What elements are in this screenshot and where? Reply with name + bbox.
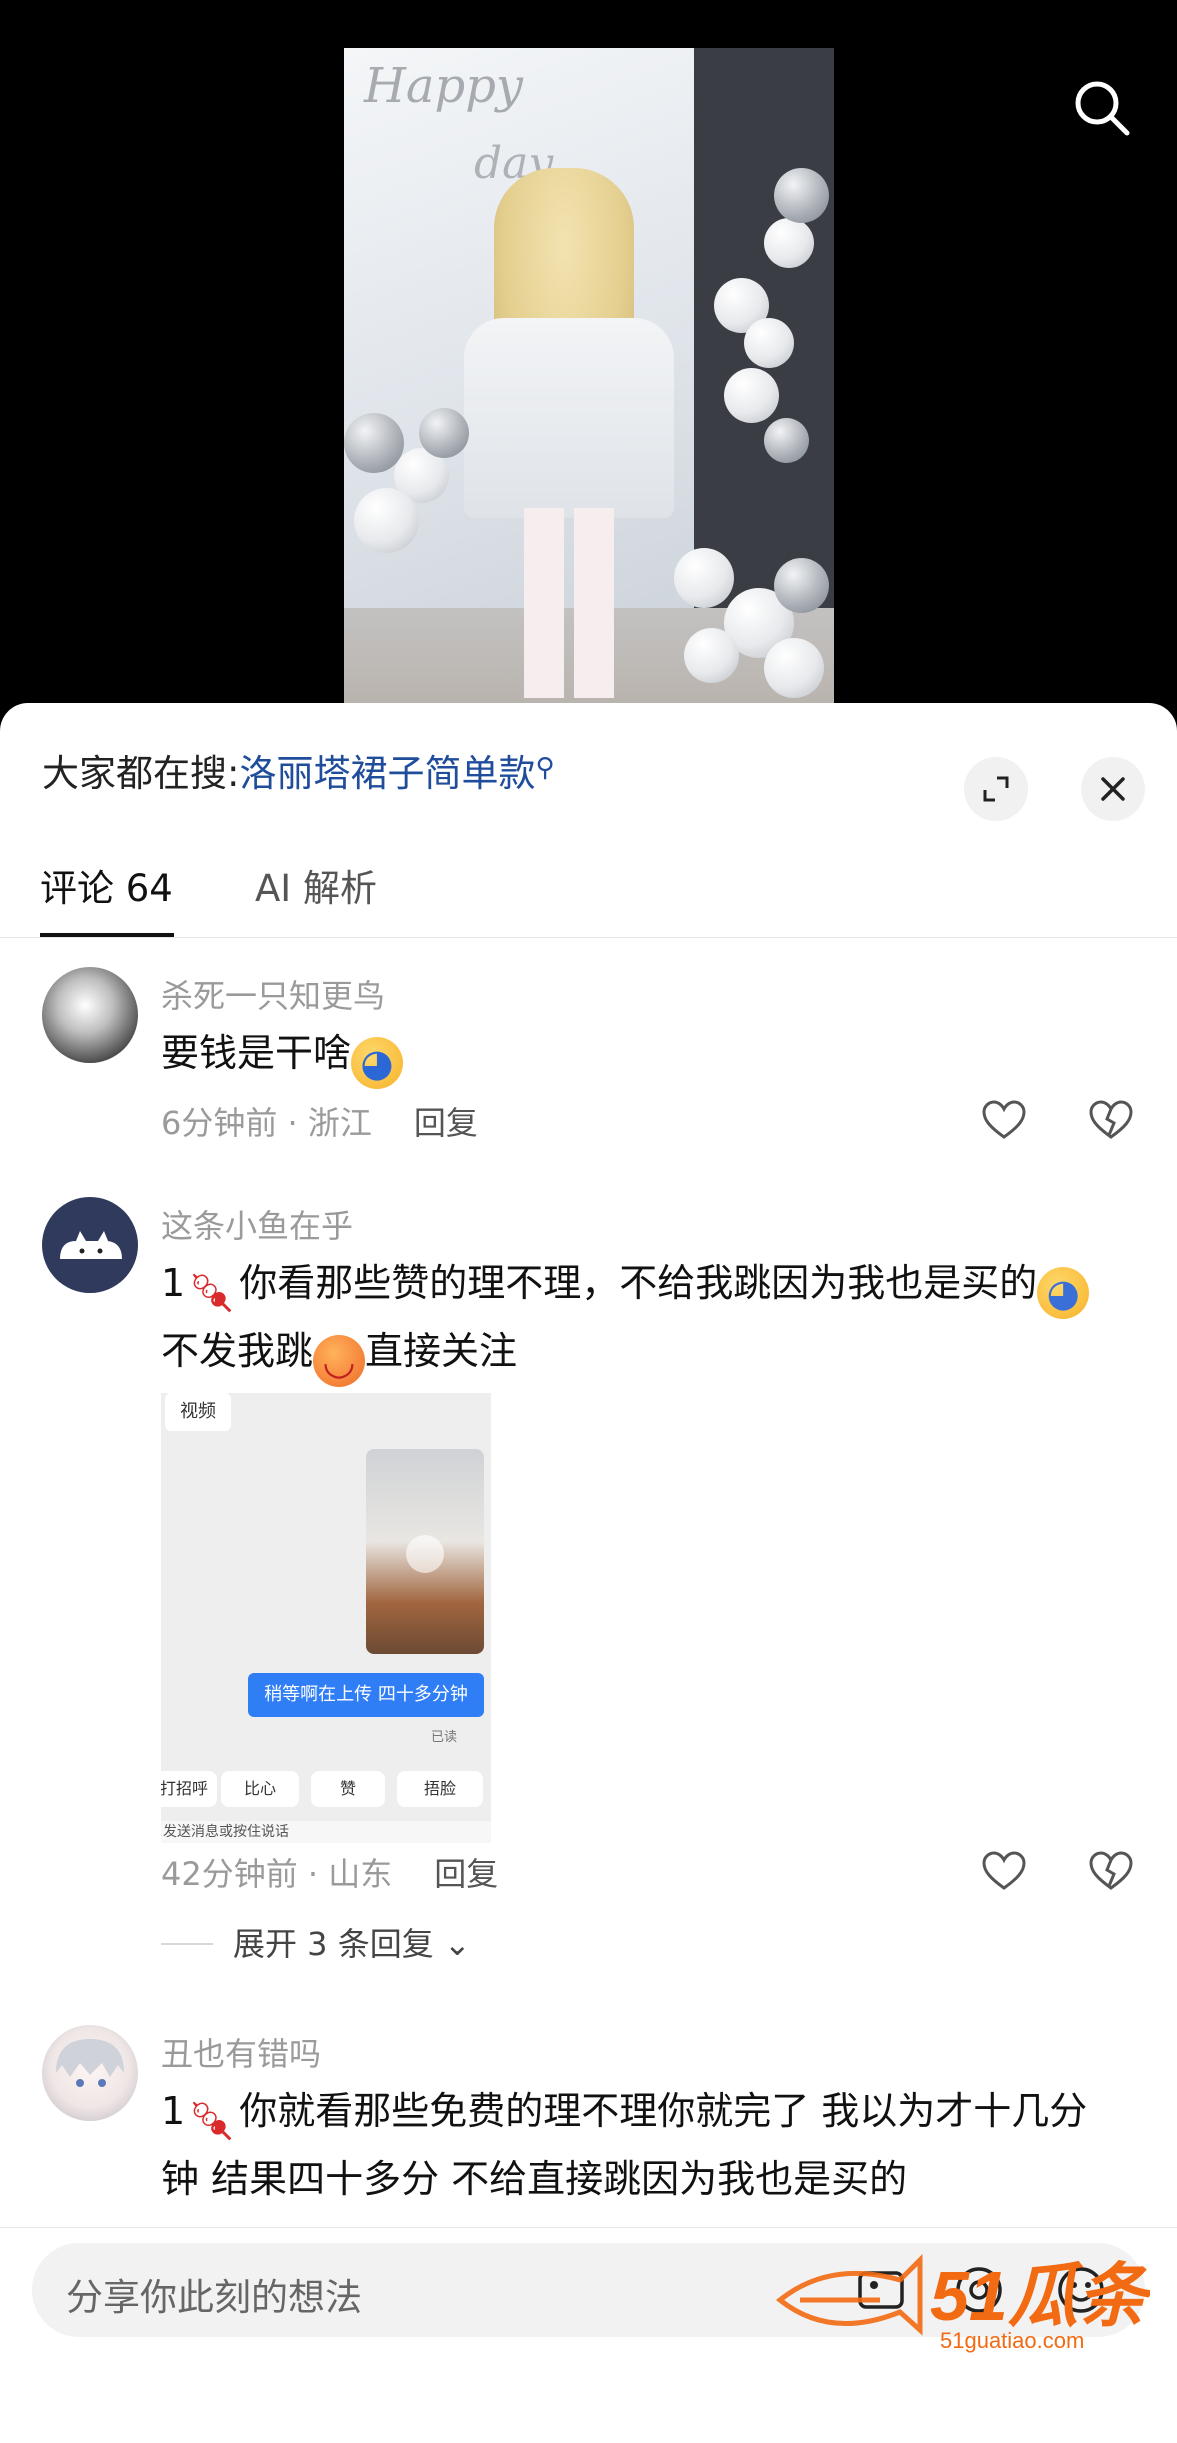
reply-button[interactable]: 回复 [414, 1104, 478, 1142]
broken-heart-icon[interactable] [1087, 1848, 1135, 1896]
comment-text: 要钱是干啥 ◕ [161, 1021, 1141, 1089]
balloon [744, 318, 794, 368]
balloon [419, 408, 469, 458]
heart-icon[interactable] [980, 1097, 1028, 1145]
reply-button[interactable]: 回复 [434, 1855, 498, 1893]
comment-text-line2b: 直接关注 [365, 1329, 518, 1373]
hot-search-prefix: 大家都在搜: [42, 752, 240, 795]
comment-time-location: 6分钟前 · 浙江 [161, 1104, 372, 1142]
avatar[interactable] [42, 2025, 138, 2121]
image-quick-reply: 赞 [311, 1771, 385, 1807]
cat-avatar-icon [60, 1231, 122, 1259]
balloon [674, 548, 734, 608]
watermark-brand: 51瓜条 [930, 2257, 1150, 2335]
comment-text-prefix: 1 [161, 1261, 186, 1305]
expand-button[interactable] [964, 757, 1028, 821]
expand-replies-button[interactable]: 展开 3 条回复 ⌄ [161, 1919, 471, 1965]
watermark-logo: 51瓜条 51guatiao.com [775, 2253, 1150, 2353]
search-icon: ⚲ [535, 753, 555, 783]
comment-username[interactable]: 丑也有错吗 [161, 2029, 321, 2075]
video-frame[interactable]: Happy day [344, 48, 834, 708]
balloon [344, 413, 404, 473]
comment-text-body: 要钱是干啥 [161, 1031, 352, 1075]
close-button[interactable] [1081, 757, 1145, 821]
hot-search-query[interactable]: 洛丽塔裙子简单款 [239, 752, 535, 795]
image-quick-reply: 比心 [221, 1771, 299, 1807]
image-quick-reply: 打招呼 [161, 1771, 217, 1807]
avatar[interactable] [42, 1197, 138, 1293]
video-person-legs [524, 508, 614, 698]
balloon [764, 418, 809, 463]
divider [0, 937, 1177, 938]
image-label: 视频 [165, 1393, 231, 1431]
broken-heart-icon[interactable] [1087, 1097, 1135, 1145]
comment-text-line2a: 不发我跳 [161, 1329, 314, 1373]
balloon [724, 368, 779, 423]
comment-text-line2: 钟 结果四十多分 不给直接跳因为我也是买的 [161, 2157, 908, 2201]
tab-ai-analysis[interactable]: AI 解析 [255, 858, 377, 912]
comment-meta: 42分钟前 · 山东 回复 [161, 1849, 498, 1895]
divider [161, 1943, 213, 1945]
comment-image[interactable]: 视频 稍等啊在上传 四十多分钟 已读 打招呼 比心 赞 捂脸 发送消息或按住说话 [161, 1393, 491, 1843]
comment-text: 1🍡︎你看那些赞的理不理，不给我跳因为我也是买的 ◕ 不发我跳 ◡ 直接关注 [161, 1251, 1141, 1387]
image-bottom-text: 发送消息或按住说话 [161, 1821, 491, 1843]
divider [0, 2227, 1177, 2228]
comment-text-line1: 你就看那些免费的理不理你就完了 我以为才十几分 [239, 2089, 1088, 2133]
chevron-down-icon: ⌄ [433, 1925, 471, 1963]
tanghulu-emoji-icon: 🍡︎ [188, 1271, 237, 1315]
laugh-cry-emoji-icon: ◕ [351, 1037, 404, 1089]
video-overlay-text-1: Happy [364, 58, 524, 114]
image-read-status: 已读 [431, 1730, 458, 1745]
tab-comments[interactable]: 评论 64 [40, 858, 173, 912]
image-quick-reply: 捂脸 [397, 1771, 483, 1807]
comment-text: 1🍡︎你就看那些免费的理不理你就完了 我以为才十几分 钟 结果四十多分 不给直接… [161, 2079, 1141, 2211]
close-icon [1101, 777, 1125, 801]
comments-sheet: 大家都在搜:洛丽塔裙子简单款⚲ 评论 64 AI 解析 杀死一只知更鸟 要钱是干… [0, 703, 1177, 2443]
tanghulu-emoji-icon: 🍡︎ [188, 2099, 237, 2143]
image-video-thumb [366, 1449, 484, 1654]
balloon [354, 488, 419, 553]
balloon [684, 628, 739, 683]
comment-text-line1: 你看那些赞的理不理，不给我跳因为我也是买的 [239, 1261, 1038, 1305]
image-chat-bubble: 稍等啊在上传 四十多分钟 [248, 1673, 484, 1717]
search-icon[interactable] [1070, 76, 1134, 140]
hot-search[interactable]: 大家都在搜:洛丽塔裙子简单款⚲ [42, 743, 555, 797]
heart-icon[interactable] [980, 1848, 1028, 1896]
balloon [764, 638, 824, 698]
comment-username[interactable]: 这条小鱼在乎 [161, 1201, 353, 1247]
avatar[interactable] [42, 967, 138, 1063]
anime-avatar-icon [56, 2039, 124, 2087]
watermark-url: 51guatiao.com [940, 2328, 1084, 2353]
video-person-dress [464, 318, 674, 518]
comment-username[interactable]: 杀死一只知更鸟 [161, 971, 385, 1017]
crying-emoji-icon: ◕ [1037, 1267, 1090, 1319]
video-area[interactable]: Happy day [0, 0, 1177, 708]
heart-balloon [774, 168, 829, 223]
comment-time-location: 42分钟前 · 山东 [161, 1855, 393, 1893]
balloon [774, 558, 829, 613]
comment-meta: 6分钟前 · 浙江 回复 [161, 1098, 478, 1144]
expand-replies-label: 展开 3 条回复 [233, 1925, 434, 1963]
balloon [764, 218, 814, 268]
lips-emoji-icon: ◡ [313, 1335, 366, 1387]
play-icon [406, 1535, 444, 1573]
comment-input-placeholder: 分享你此刻的想法 [66, 2276, 362, 2319]
expand-icon [983, 776, 1009, 802]
comment-text-prefix: 1 [161, 2089, 186, 2133]
